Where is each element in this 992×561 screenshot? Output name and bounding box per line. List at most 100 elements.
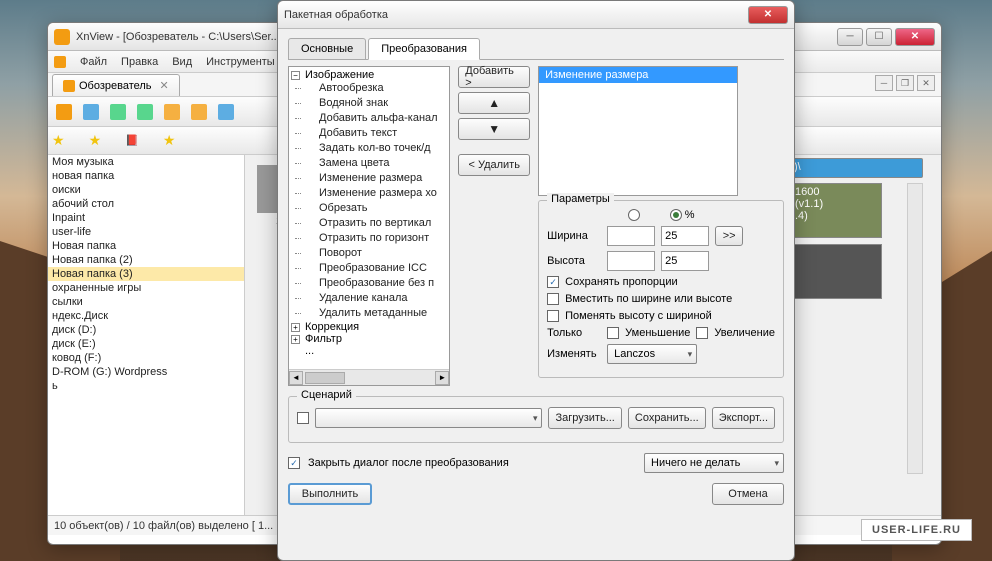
folder-item[interactable]: D-ROM (G:) Wordpress [48, 365, 244, 379]
cancel-button[interactable]: Отмена [712, 483, 784, 505]
star-icon[interactable]: ★ [89, 132, 102, 149]
tree-node[interactable]: Преобразование ICC [291, 261, 447, 276]
folder-item[interactable]: Новая папка [48, 239, 244, 253]
go-button[interactable]: Выполнить [288, 483, 372, 505]
book-icon[interactable]: 📕 [125, 134, 139, 147]
maximize-button[interactable]: ☐ [866, 28, 892, 46]
tree-node[interactable]: Удаление канала [291, 291, 447, 306]
decrease-check[interactable] [607, 327, 619, 339]
folder-item[interactable]: Моя музыка [48, 155, 244, 169]
transform-tree[interactable]: −Изображение АвтообрезкаВодяной знакДоба… [288, 66, 450, 386]
swap-check[interactable] [547, 310, 559, 322]
folder-item[interactable]: ковод (F:) [48, 351, 244, 365]
export-button[interactable]: Экспорт... [712, 407, 775, 429]
tool-1[interactable] [52, 100, 76, 124]
folder-item[interactable]: Inpaint [48, 211, 244, 225]
move-up-button[interactable]: ▲ [458, 92, 530, 114]
star-icon[interactable]: ★ [163, 132, 176, 149]
folder-item[interactable]: новая папка [48, 169, 244, 183]
save-button[interactable]: Сохранить... [628, 407, 706, 429]
browser-tab[interactable]: Обозреватель ✕ [52, 74, 180, 96]
folder-item[interactable]: охраненные игры [48, 281, 244, 295]
folder-item[interactable]: ндекс.Диск [48, 309, 244, 323]
minimize-button[interactable]: ─ [837, 28, 863, 46]
folder-item[interactable]: абочий стол [48, 197, 244, 211]
tool-4[interactable] [133, 100, 157, 124]
resample-combo[interactable]: Lanczos [607, 344, 697, 364]
tree-node[interactable]: Замена цвета [291, 156, 447, 171]
after-action-combo[interactable]: Ничего не делать [644, 453, 784, 473]
height-pct-input[interactable] [661, 251, 709, 271]
close-after-check[interactable] [288, 457, 300, 469]
menu-file[interactable]: Файл [80, 56, 107, 68]
tab-general[interactable]: Основные [288, 38, 366, 60]
selected-list[interactable]: Изменение размера [538, 66, 738, 196]
load-button[interactable]: Загрузить... [548, 407, 621, 429]
mdi-restore[interactable]: ❐ [896, 75, 914, 91]
tree-group[interactable]: Фильтр [305, 333, 342, 345]
tool-7[interactable] [214, 100, 238, 124]
star-icon[interactable]: ★ [52, 132, 65, 149]
folder-item[interactable]: Новая папка (3) [48, 267, 244, 281]
menu-tools[interactable]: Инструменты [206, 56, 275, 68]
tool-5[interactable] [160, 100, 184, 124]
folder-item[interactable]: диск (D:) [48, 323, 244, 337]
folder-item[interactable]: Новая папка (2) [48, 253, 244, 267]
tree-group[interactable]: Коррекция [305, 321, 359, 333]
folder-item[interactable]: user-life [48, 225, 244, 239]
h-scrollbar[interactable]: ◄► [289, 369, 449, 385]
close-button[interactable]: ✕ [895, 28, 935, 46]
dialog-titlebar[interactable]: Пакетная обработка ✕ [278, 1, 794, 29]
tree-node[interactable]: Добавить текст [291, 126, 447, 141]
tab-transforms[interactable]: Преобразования [368, 38, 480, 60]
folder-item[interactable]: сылки [48, 295, 244, 309]
increase-check[interactable] [696, 327, 708, 339]
keep-ratio-check[interactable] [547, 276, 559, 288]
v-scrollbar[interactable] [907, 183, 923, 474]
width-px-input[interactable] [607, 226, 655, 246]
pixels-radio[interactable] [628, 209, 640, 221]
move-down-button[interactable]: ▼ [458, 118, 530, 140]
dialog-close-button[interactable]: ✕ [748, 6, 788, 24]
folder-item[interactable]: оиски [48, 183, 244, 197]
tab-close-icon[interactable]: ✕ [160, 79, 169, 92]
width-pct-input[interactable] [661, 226, 709, 246]
percent-radio[interactable] [670, 209, 682, 221]
tree-node[interactable]: Водяной знак [291, 96, 447, 111]
tree-node[interactable]: Отразить по горизонт [291, 231, 447, 246]
tree-node[interactable]: Обрезать [291, 201, 447, 216]
expand-icon[interactable]: − [291, 71, 300, 80]
swap-button[interactable]: >> [715, 226, 743, 246]
thumb-r2[interactable] [792, 244, 882, 299]
expand-icon[interactable]: + [291, 323, 300, 332]
tree-node[interactable]: Преобразование без п [291, 276, 447, 291]
folder-item[interactable]: ь [48, 379, 244, 393]
delete-button[interactable]: < Удалить [458, 154, 530, 176]
folder-item[interactable]: диск (E:) [48, 337, 244, 351]
tree-node[interactable]: Задать кол-во точек/д [291, 141, 447, 156]
tree-node[interactable]: Удалить метаданные [291, 306, 447, 321]
expand-icon[interactable]: + [291, 335, 300, 344]
scenario-combo[interactable] [315, 408, 542, 428]
tool-3[interactable] [106, 100, 130, 124]
tree-root[interactable]: Изображение [305, 69, 374, 81]
add-button[interactable]: Добавить > [458, 66, 530, 88]
tree-node[interactable]: Поворот [291, 246, 447, 261]
tree-node[interactable]: Изменение размера хо [291, 186, 447, 201]
tree-node[interactable]: Автообрезка [291, 81, 447, 96]
mdi-close[interactable]: ✕ [917, 75, 935, 91]
scenario-check[interactable] [297, 412, 309, 424]
fit-check[interactable] [547, 293, 559, 305]
mdi-min[interactable]: ─ [875, 75, 893, 91]
list-item[interactable]: Изменение размера [539, 67, 737, 83]
tree-node[interactable]: Отразить по вертикал [291, 216, 447, 231]
thumb-r1[interactable]: 1600(v1.1).4) [792, 183, 882, 238]
menu-edit[interactable]: Правка [121, 56, 158, 68]
tree-node[interactable]: Добавить альфа-канал [291, 111, 447, 126]
height-px-input[interactable] [607, 251, 655, 271]
menu-view[interactable]: Вид [172, 56, 192, 68]
tool-2[interactable] [79, 100, 103, 124]
tree-node[interactable]: Изменение размера [291, 171, 447, 186]
folder-tree[interactable]: Моя музыкановая папкаоискиабочий стол In… [48, 155, 245, 515]
tool-6[interactable] [187, 100, 211, 124]
